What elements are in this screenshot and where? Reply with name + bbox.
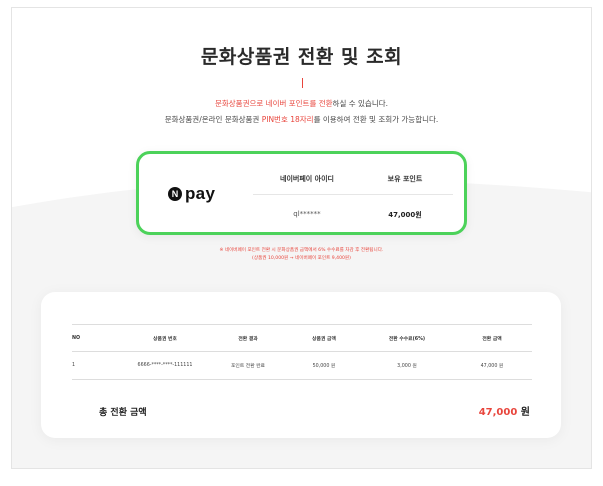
fee-example: (상품권 10,000원 → 네이버페이 포인트 9,400원) [252, 256, 351, 261]
description-highlight: 문화상품권으로 네이버 포인트를 전환 [214, 99, 333, 108]
header-fee: 전환 수수료(6%) [388, 336, 426, 342]
conversion-table-card: NO 상품권 번호 전환 결과 상품권 금액 전환 수수료(6%) 전환 금액 … [41, 292, 561, 438]
npay-logo-text: pay [185, 184, 216, 203]
npay-logo: N pay [168, 184, 215, 204]
row-converted-amount: 47,000 원 [480, 364, 504, 369]
table-row: 1 6666-****-****-111111 포인트 전환 완료 50,000… [72, 352, 532, 380]
row-result: 포인트 전환 완료 [231, 364, 265, 369]
row-fee: 3,000 원 [397, 364, 417, 369]
points-header: 보유 포인트 [387, 175, 423, 183]
total-unit: 원 [520, 407, 530, 418]
header-result: 전환 결과 [238, 336, 258, 342]
npay-n-icon: N [168, 187, 182, 201]
description-highlight: PIN번호 18자리 [261, 115, 314, 124]
total-value: 47,000 원 [479, 403, 530, 418]
description-line-1: 문화상품권으로 네이버 포인트를 전환하실 수 있습니다. [12, 98, 591, 109]
header-voucher-number: 상품권 번호 [153, 336, 177, 342]
description-text: 하실 수 있습니다. [332, 99, 388, 108]
npay-id-value: ql****** [293, 210, 321, 218]
card-divider [253, 194, 453, 195]
header-voucher-amount: 상품권 금액 [312, 336, 336, 342]
points-value: 47,000원 [388, 211, 422, 219]
page-title: 문화상품권 전환 및 조회 [200, 46, 403, 68]
header-converted-amount: 전환 금액 [482, 336, 502, 342]
fee-notice: ※ 네이버페이 포인트 전환 시 문화상품권 금액에서 6% 수수료를 차감 후… [219, 248, 384, 253]
npay-account-card: N pay 네이버페이 아이디 보유 포인트 ql****** 47,000원 [136, 151, 467, 235]
total-label: 총 전환 금액 [99, 408, 147, 418]
page-frame: 문화상품권 전환 및 조회 문화상품권으로 네이버 포인트를 전환하실 수 있습… [11, 7, 592, 469]
header-no: NO [72, 335, 81, 341]
row-voucher-amount: 50,000 원 [312, 364, 336, 369]
description-text: 문화상품권/온라인 문화상품권 [164, 115, 262, 124]
table-header-row: NO 상품권 번호 전환 결과 상품권 금액 전환 수수료(6%) 전환 금액 [72, 324, 532, 352]
title-accent-line [302, 78, 303, 88]
total-amount: 47,000 [478, 407, 518, 418]
description-line-2: 문화상품권/온라인 문화상품권 PIN번호 18자리를 이용하여 전환 및 조회… [12, 114, 591, 125]
npay-id-header: 네이버페이 아이디 [280, 175, 334, 183]
row-voucher-number: 6666-****-****-111111 [137, 363, 193, 368]
row-no: 1 [72, 363, 76, 368]
description-text: 를 이용하여 전환 및 조회가 가능합니다. [313, 115, 439, 124]
